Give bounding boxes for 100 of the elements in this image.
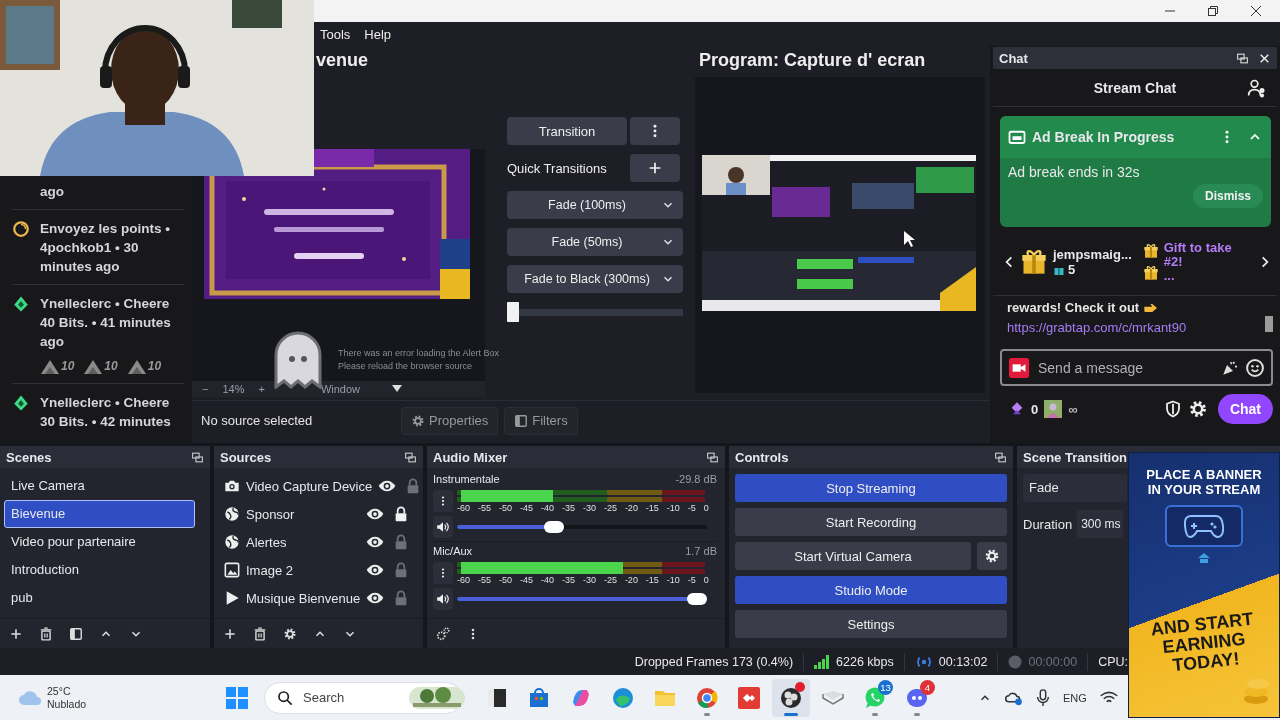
program-title: Program: Capture d' ecran bbox=[698, 49, 927, 72]
feed-text: 40 Bits. • 41 minutes bbox=[40, 314, 171, 332]
ad-title: Ad Break In Progress bbox=[1032, 129, 1176, 145]
record-time: 00:00:00 bbox=[1028, 654, 1078, 669]
feed-text: Ynelleclerc • Cheere bbox=[40, 394, 171, 412]
preview-title: venue bbox=[315, 49, 370, 72]
scale-label: -35 bbox=[561, 503, 575, 514]
chat-message: rewards! Check it out bbox=[1007, 300, 1140, 315]
scale-label: -5 bbox=[687, 503, 696, 514]
search-bar[interactable]: Search bbox=[264, 681, 462, 714]
cpu-usage: CPU: bbox=[1098, 654, 1128, 669]
feed-text: Ynelleclerc • Cheere bbox=[40, 295, 171, 313]
scale-label: -60 bbox=[457, 575, 470, 586]
chat-button[interactable]: Chat bbox=[1217, 394, 1273, 424]
gifter-name: jempsmaig... bbox=[1053, 247, 1132, 262]
scale-label: -5 bbox=[687, 575, 696, 586]
taskbar-app[interactable]: 4 bbox=[898, 678, 936, 717]
banner-tagline: AND START EARNING TODAY! bbox=[1148, 608, 1256, 678]
scale-label: -10 bbox=[666, 575, 680, 586]
quick-transition-dropdown[interactable]: Fade (100ms) bbox=[507, 191, 683, 219]
ad-text: Ad break ends in 32s bbox=[1008, 164, 1141, 180]
filters-button[interactable]: Filters bbox=[504, 406, 578, 435]
control-button[interactable]: Studio Mode bbox=[735, 576, 1007, 604]
source-name[interactable]: Alertes bbox=[246, 534, 360, 550]
feed-text: ago bbox=[40, 333, 65, 351]
error-message: There was an error loading the Alert Box bbox=[338, 347, 500, 360]
scene-item[interactable]: pub bbox=[4, 584, 195, 612]
gift-goal-text: Gift to take #2! bbox=[1163, 241, 1233, 269]
scale-label: -50 bbox=[498, 503, 512, 514]
ad-banner[interactable]: PLACE A BANNER IN YOUR STREAM AND START EARNING TODAY! bbox=[1128, 452, 1280, 718]
dismiss-button[interactable]: Dismiss bbox=[1192, 184, 1263, 208]
feed-text: ago bbox=[40, 183, 64, 201]
scale-label: 0 bbox=[703, 575, 709, 586]
badge-count: 10 bbox=[61, 359, 75, 373]
language-indicator[interactable]: ENG bbox=[1063, 691, 1087, 704]
source-name[interactable]: Image 2 bbox=[246, 562, 360, 578]
points-count: 0 bbox=[1031, 401, 1039, 417]
taskbar-app[interactable]: 13 bbox=[856, 678, 894, 717]
chat-link[interactable]: https://grabtap.com/c/mrkant90 bbox=[1007, 320, 1265, 335]
scale-label: 0 bbox=[703, 503, 709, 514]
scale-label: -15 bbox=[645, 575, 659, 586]
scale-label: -35 bbox=[561, 575, 575, 586]
volume-reading: -29.8 dB bbox=[675, 473, 717, 487]
zoom-level: 14% bbox=[222, 383, 245, 395]
feed-text: minutes ago bbox=[40, 258, 121, 276]
zoom-in-button[interactable]: + bbox=[258, 383, 265, 395]
properties-button[interactable]: Properties bbox=[401, 406, 499, 435]
scene-item[interactable]: Live Camera bbox=[4, 472, 195, 500]
source-name[interactable]: Video Capture Device bbox=[246, 478, 373, 494]
source-name[interactable]: Musique Bienvenue bbox=[246, 590, 361, 606]
dropped-frames: Dropped Frames 173 (0.4%) bbox=[634, 654, 794, 669]
notification-badge: 13 bbox=[878, 679, 893, 695]
scale-label: -50 bbox=[498, 575, 512, 586]
notification-badge: 4 bbox=[920, 679, 935, 695]
volume-reading: 1.7 dB bbox=[685, 545, 717, 559]
feed-text: Envoyez les points • bbox=[40, 220, 170, 238]
search-field[interactable]: Search bbox=[301, 689, 401, 706]
badge-count: 10 bbox=[147, 359, 162, 373]
scene-item[interactable]: Introduction bbox=[4, 556, 195, 584]
scale-label: -20 bbox=[624, 503, 638, 514]
scale-label: -55 bbox=[478, 503, 491, 514]
badge-count: 10 bbox=[104, 359, 118, 373]
scale-label: -20 bbox=[624, 575, 638, 586]
control-button[interactable]: Stop Streaming bbox=[735, 474, 1007, 502]
banner-headline: PLACE A BANNER IN YOUR STREAM bbox=[1145, 467, 1263, 497]
menu-item[interactable]: Help bbox=[364, 26, 392, 42]
control-button[interactable]: Start Virtual Camera bbox=[735, 542, 971, 570]
duration-label: Duration bbox=[1023, 516, 1073, 532]
transition-button[interactable]: Transition bbox=[507, 117, 627, 145]
duration-field[interactable]: 300 ms bbox=[1077, 510, 1124, 538]
scale-label: -30 bbox=[582, 575, 596, 586]
scene-item[interactable]: Bievenue bbox=[4, 500, 195, 528]
message-box[interactable]: Send a message bbox=[1000, 349, 1273, 386]
control-button[interactable]: Start Recording bbox=[735, 508, 1007, 536]
dock-title: Controls bbox=[735, 449, 789, 465]
scale-label: -55 bbox=[478, 575, 491, 586]
scene-item[interactable]: Video pour partenaire bbox=[4, 528, 195, 556]
control-button[interactable]: Settings bbox=[735, 610, 1007, 638]
quick-transition-dropdown[interactable]: Fade (50ms) bbox=[507, 228, 683, 256]
scale-label: -10 bbox=[666, 503, 680, 514]
channel-name: Instrumentale bbox=[433, 473, 500, 487]
dock-title: Scenes bbox=[6, 449, 52, 465]
source-name[interactable]: Sponsor bbox=[246, 506, 360, 522]
dock-title: Sources bbox=[220, 449, 272, 465]
quick-transitions-label: Quick Transitions bbox=[507, 160, 608, 176]
feed-text: 30 Bits. • 42 minutes bbox=[40, 413, 171, 431]
transition-dropdown[interactable]: Fade bbox=[1023, 474, 1127, 502]
dock-title: Chat bbox=[999, 50, 1028, 66]
scale-label: -25 bbox=[603, 575, 617, 586]
gift-goal-more: ... bbox=[1163, 269, 1176, 283]
scale-label: -25 bbox=[603, 503, 617, 514]
chat-title: Stream Chat bbox=[1093, 79, 1177, 96]
bitrate: 6226 kbps bbox=[836, 654, 894, 669]
dock-title: Audio Mixer bbox=[433, 449, 508, 465]
weather-widget[interactable]: 25°C Nublado bbox=[18, 684, 218, 711]
menu-item[interactable]: Tools bbox=[320, 26, 351, 42]
quick-transition-dropdown[interactable]: Fade to Black (300ms) bbox=[507, 265, 683, 293]
zoom-out-button[interactable]: − bbox=[202, 383, 209, 395]
message-field[interactable]: Send a message bbox=[1036, 358, 1215, 377]
scale-label: -30 bbox=[582, 503, 596, 514]
